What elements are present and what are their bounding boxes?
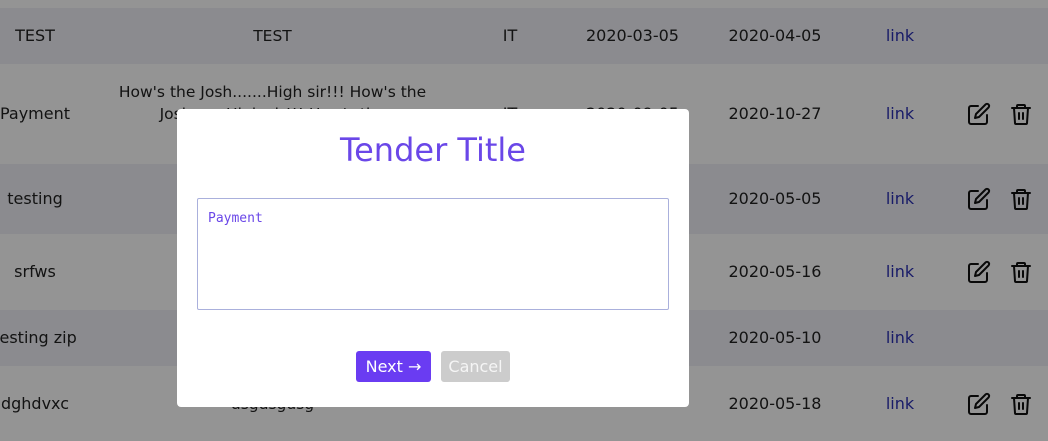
cancel-button[interactable]: Cancel [441, 351, 510, 382]
tender-title-input[interactable]: Payment [197, 198, 669, 310]
next-button[interactable]: Next → [356, 351, 431, 382]
dialog-title: Tender Title [340, 131, 526, 169]
tender-title-dialog: Tender Title Payment Next → Cancel [177, 109, 689, 407]
